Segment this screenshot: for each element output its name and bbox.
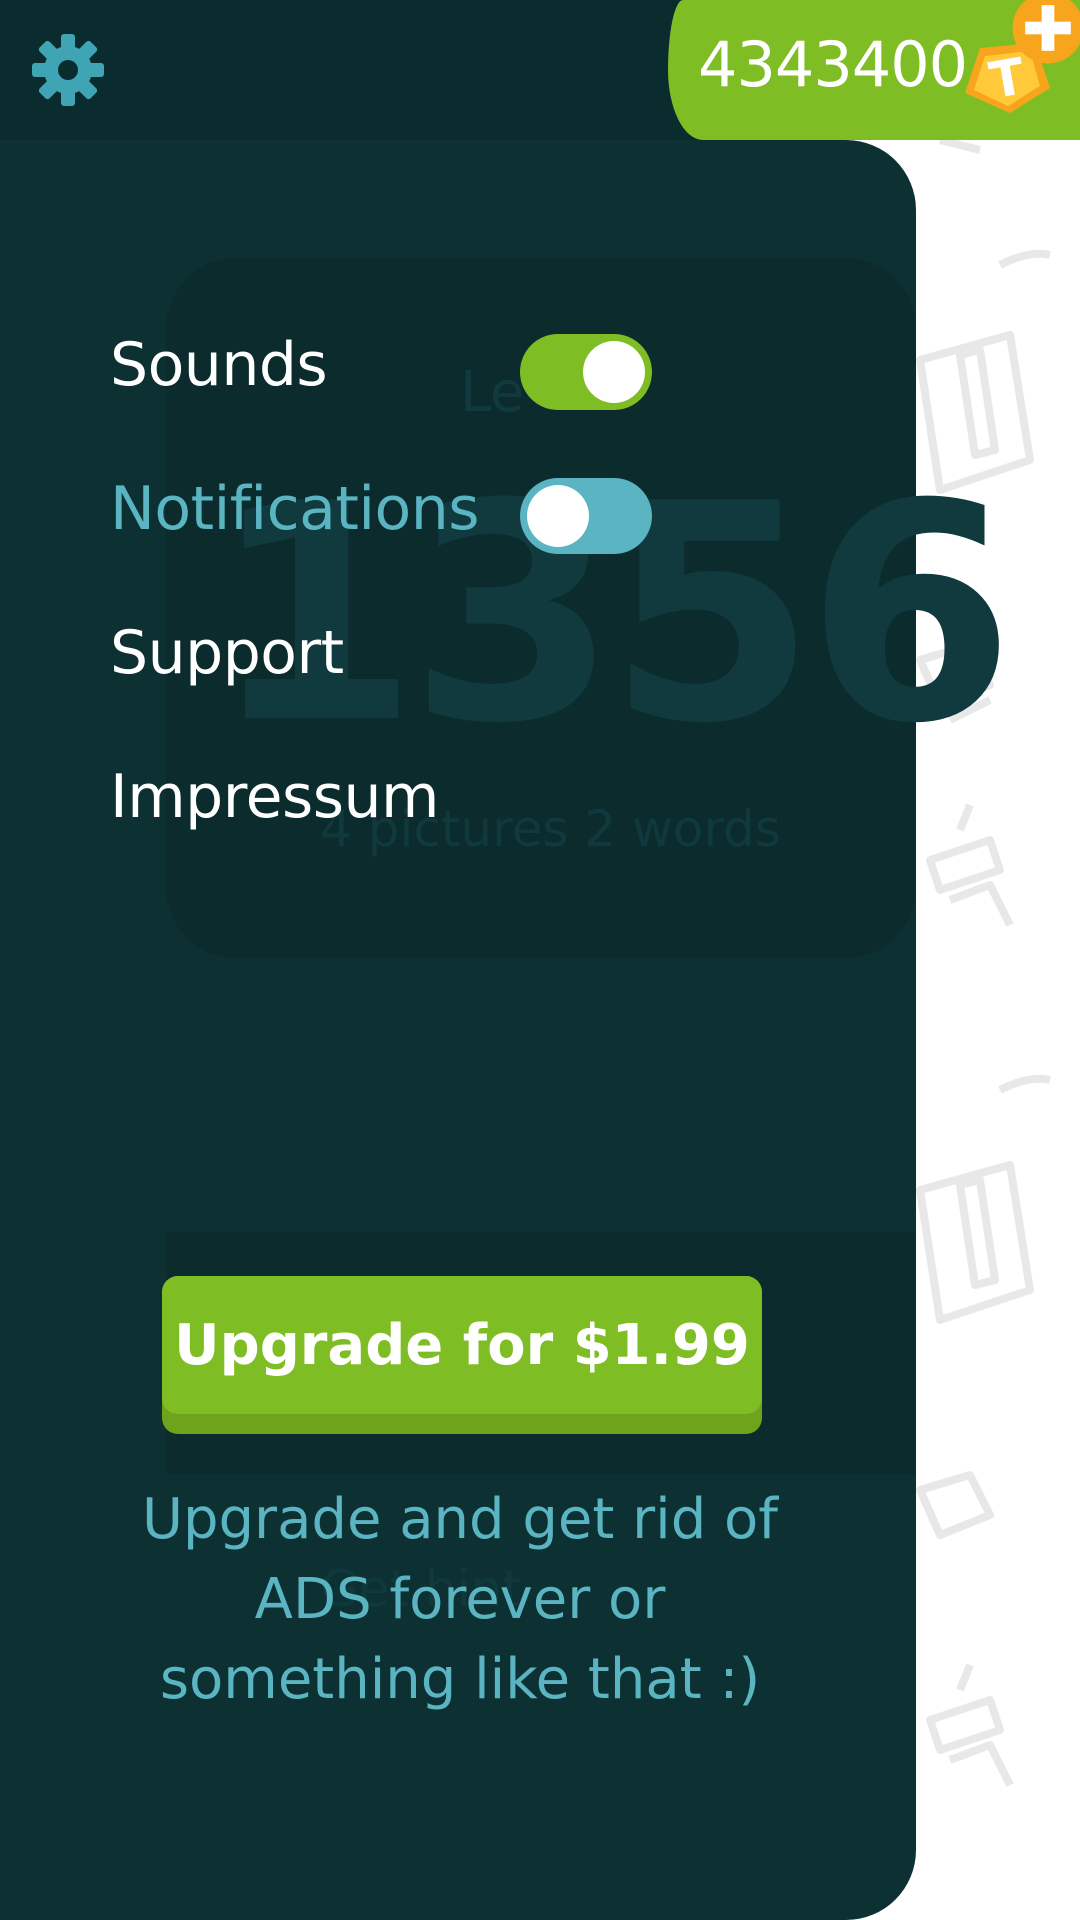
level-word-faint: Le — [460, 360, 524, 425]
coin-balance-badge[interactable]: 4343400 T — [668, 0, 1080, 140]
upgrade-description: Upgrade and get rid of ADS forever or so… — [141, 1487, 779, 1712]
gear-icon[interactable] — [28, 30, 108, 110]
coin-balance: 4343400 — [698, 28, 968, 101]
impressum-link[interactable]: Impressum — [110, 762, 440, 832]
toggle-knob — [527, 485, 589, 547]
top-bar: 4343400 T — [0, 0, 1080, 140]
upgrade-button[interactable]: Upgrade for $1.99 — [162, 1276, 762, 1434]
notifications-label: Notifications — [110, 474, 480, 544]
sounds-toggle[interactable] — [520, 334, 652, 410]
upgrade-button-label: Upgrade for $1.99 — [162, 1276, 762, 1414]
plus-icon[interactable] — [1010, 0, 1080, 66]
support-link[interactable]: Support — [110, 618, 344, 688]
notifications-toggle[interactable] — [520, 478, 652, 554]
toggle-knob — [583, 341, 645, 403]
sounds-label: Sounds — [110, 330, 328, 400]
